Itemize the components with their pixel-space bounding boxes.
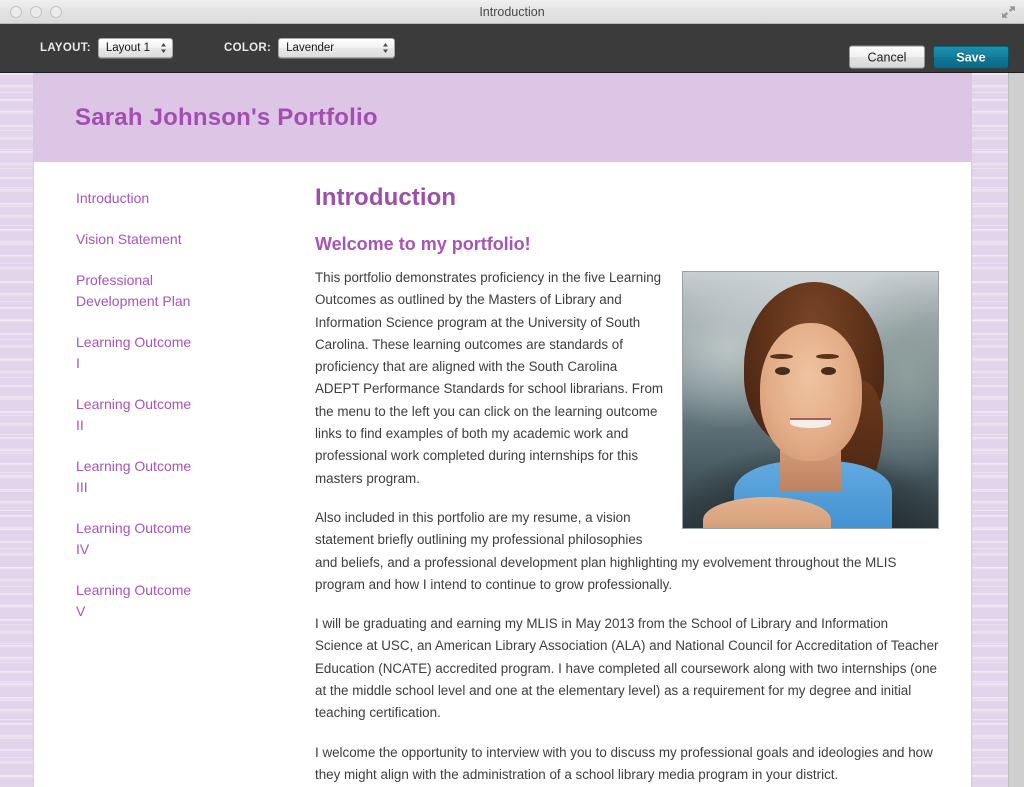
portfolio-title: Sarah Johnson's Portfolio: [75, 103, 378, 131]
content-heading: Introduction: [315, 184, 457, 211]
layout-select-value: Layout 1: [105, 42, 150, 54]
photo-eye-left: [774, 366, 791, 375]
sidebar-item-learning-outcome-v[interactable]: Learning Outcome V: [76, 580, 196, 622]
chevron-up-down-icon: [382, 42, 389, 55]
content-paragraph-4: I welcome the opportunity to interview w…: [315, 744, 933, 782]
photo-eyebrow-left: [769, 353, 793, 360]
layout-control-group: LAYOUT: Layout 1: [40, 38, 173, 58]
content-paragraph-3: I will be graduating and earning my MLIS…: [315, 616, 939, 721]
sidebar-item-learning-outcome-i[interactable]: Learning Outcome I: [76, 332, 196, 374]
sidebar-item-learning-outcome-iv[interactable]: Learning Outcome IV: [76, 518, 196, 560]
page-canvas: Sarah Johnson's Portfolio Introduction V…: [0, 73, 1008, 787]
layout-label: LAYOUT:: [40, 42, 91, 54]
app-window: Introduction LAYOUT: Layout 1 COLOR: Lav…: [0, 0, 1024, 787]
photo-eye-right: [820, 366, 836, 375]
color-control-group: COLOR: Lavender: [224, 38, 396, 58]
cancel-button[interactable]: Cancel: [849, 45, 925, 69]
sidebar-item-introduction[interactable]: Introduction: [76, 188, 196, 209]
portfolio-page: Sarah Johnson's Portfolio Introduction V…: [33, 73, 972, 787]
portfolio-header: Sarah Johnson's Portfolio: [34, 73, 971, 162]
sidebar-item-professional-development-plan[interactable]: Professional Development Plan: [76, 270, 196, 312]
portfolio-body: Introduction Vision Statement Profession…: [34, 162, 971, 787]
sidebar-item-learning-outcome-iii[interactable]: Learning Outcome III: [76, 456, 196, 498]
portfolio-content: Introduction Welcome to my portfolio! Th…: [315, 162, 971, 787]
content-subheading: Welcome to my portfolio!: [315, 234, 531, 254]
save-button[interactable]: Save: [933, 45, 1009, 69]
window-titlebar: Introduction: [0, 0, 1024, 24]
window-title: Introduction: [479, 5, 545, 19]
sidebar-item-vision-statement[interactable]: Vision Statement: [76, 229, 196, 250]
color-label: COLOR:: [224, 42, 272, 54]
toolbar-action-buttons: Cancel Save: [849, 45, 1009, 69]
portfolio-sidebar: Introduction Vision Statement Profession…: [34, 162, 315, 787]
fullscreen-icon[interactable]: [1001, 5, 1016, 19]
color-select-value: Lavender: [286, 42, 335, 54]
chevron-up-down-icon: [160, 42, 167, 55]
photo-face: [759, 323, 862, 462]
color-select[interactable]: Lavender: [278, 38, 396, 58]
portrait-photo: [682, 271, 939, 529]
editor-toolbar: LAYOUT: Layout 1 COLOR: Lavender Cancel …: [0, 24, 1024, 73]
photo-eyebrow-right: [815, 353, 839, 360]
layout-select[interactable]: Layout 1: [97, 38, 173, 58]
sidebar-item-learning-outcome-ii[interactable]: Learning Outcome II: [76, 394, 196, 436]
vertical-scrollbar[interactable]: [1008, 73, 1024, 787]
